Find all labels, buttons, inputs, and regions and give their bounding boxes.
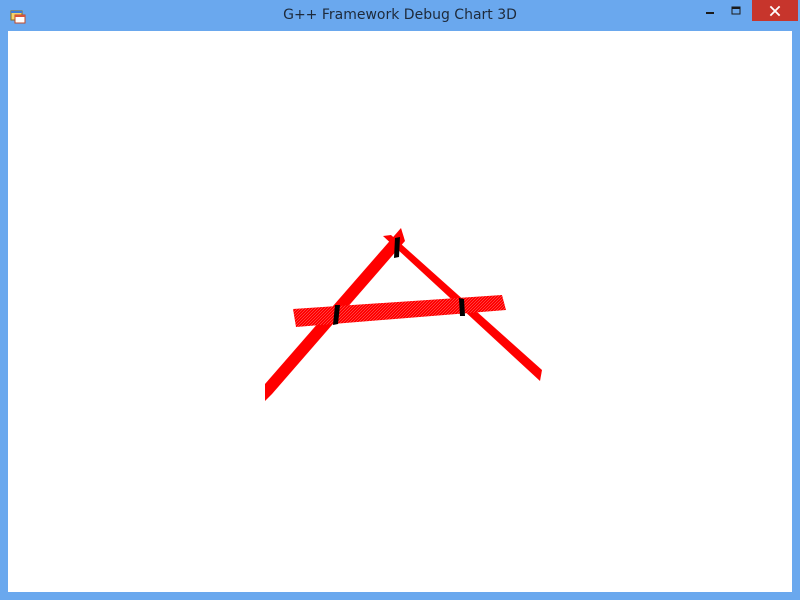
title-bar[interactable]: G++ Framework Debug Chart 3D (0, 0, 800, 31)
maximize-icon (731, 6, 741, 14)
horizontal-ribbon (293, 295, 506, 327)
close-icon (769, 5, 781, 16)
chart-3d-scene[interactable] (8, 31, 792, 592)
chart-canvas[interactable] (8, 31, 792, 592)
minimize-icon (706, 11, 714, 14)
debug-chart-window: G++ Framework Debug Chart 3D (0, 0, 800, 600)
joint-marker-top (394, 237, 400, 258)
minimize-button[interactable] (697, 0, 723, 21)
app-window-icon (10, 10, 26, 24)
close-button[interactable] (752, 0, 798, 21)
maximize-button[interactable] (723, 0, 749, 21)
window-title: G++ Framework Debug Chart 3D (283, 7, 517, 23)
